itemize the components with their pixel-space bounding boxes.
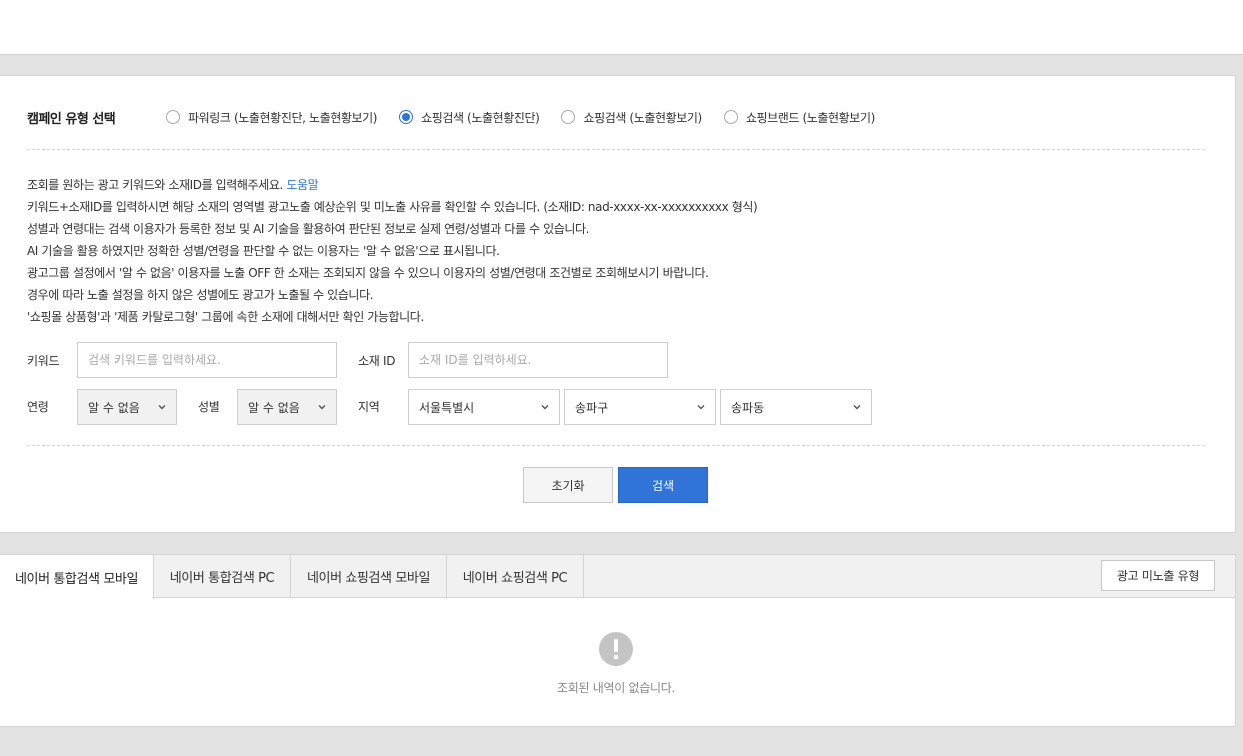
- result-tab-bar: 네이버 통합검색 모바일 네이버 통합검색 PC 네이버 쇼핑검색 모바일 네이…: [0, 555, 1235, 599]
- info-line: 성별과 연령대는 검색 이용자가 등록한 정보 및 AI 기술을 활용하여 판단…: [27, 222, 590, 236]
- radio-label: 파워링크 (노출현황진단, 노출현황보기): [188, 110, 378, 125]
- search-button[interactable]: 검색: [618, 467, 708, 503]
- radio-shopping-brand[interactable]: 쇼핑브랜드 (노출현황보기): [723, 109, 875, 126]
- top-bar: [0, 0, 1243, 55]
- info-line: 경우에 따라 노출 설정을 하지 않은 성별에도 광고가 노출될 수 있습니다.: [27, 288, 374, 302]
- info-line: 광고그룹 설정에서 '알 수 없음' 이용자를 노출 OFF 한 소재는 조회되…: [27, 266, 709, 280]
- info-line: AI 기술을 활용 하였지만 정확한 성별/연령을 판단할 수 없는 이용자는 …: [27, 244, 500, 258]
- radio-indicator[interactable]: [166, 110, 180, 124]
- keyword-input[interactable]: [77, 342, 337, 378]
- divider: [27, 149, 1205, 150]
- search-panel: 캠페인 유형 선택 파워링크 (노출현황진단, 노출현황보기) 쇼핑검색 (노출…: [0, 75, 1236, 533]
- tab-naver-shopping-mobile[interactable]: 네이버 쇼핑검색 모바일: [291, 555, 447, 598]
- region-dong-select[interactable]: 송파동: [720, 389, 872, 425]
- ad-id-label: 소재 ID: [358, 354, 396, 368]
- help-link[interactable]: 도움말: [286, 178, 318, 192]
- age-select-value: 알 수 없음: [88, 400, 140, 415]
- info-line: '쇼핑몰 상품형'과 '제품 카탈로그형' 그룹에 속한 소재에 대해서만 확인…: [27, 310, 424, 324]
- radio-label: 쇼핑검색 (노출현황진단): [421, 110, 540, 125]
- radio-label: 쇼핑브랜드 (노출현황보기): [745, 110, 875, 125]
- chevron-down-icon: [158, 405, 166, 410]
- divider: [27, 445, 1205, 446]
- gender-label: 성별: [198, 400, 220, 414]
- result-panel: 네이버 통합검색 모바일 네이버 통합검색 PC 네이버 쇼핑검색 모바일 네이…: [0, 554, 1236, 727]
- tab-naver-integrated-mobile[interactable]: 네이버 통합검색 모바일: [0, 555, 154, 599]
- tab-naver-integrated-pc[interactable]: 네이버 통합검색 PC: [154, 555, 291, 598]
- region-dong-value: 송파동: [731, 400, 765, 415]
- tab-naver-shopping-pc[interactable]: 네이버 쇼핑검색 PC: [447, 555, 584, 598]
- radio-indicator[interactable]: [723, 110, 738, 124]
- region-city-select[interactable]: 서울특별시: [408, 389, 560, 425]
- radio-shopping-view[interactable]: 쇼핑검색 (노출현황보기): [561, 109, 702, 126]
- gender-select-value: 알 수 없음: [248, 400, 300, 415]
- chevron-down-icon: [853, 405, 861, 410]
- region-label: 지역: [358, 400, 380, 414]
- region-district-select[interactable]: 송파구: [564, 389, 716, 425]
- chevron-down-icon: [318, 405, 326, 410]
- age-select[interactable]: 알 수 없음: [77, 389, 177, 425]
- ad-id-input[interactable]: [408, 342, 668, 378]
- exclamation-icon: [599, 632, 633, 666]
- chevron-down-icon: [541, 405, 549, 410]
- chevron-down-icon: [697, 405, 705, 410]
- info-text: 조회를 원하는 광고 키워드와 소재ID를 입력해주세요. 도움말 키워드+소재…: [27, 174, 758, 328]
- region-district-value: 송파구: [575, 400, 609, 415]
- ad-exposure-type-button[interactable]: 광고 미노출 유형: [1101, 560, 1215, 591]
- radio-label: 쇼핑검색 (노출현황보기): [583, 110, 702, 125]
- radio-powerlink[interactable]: 파워링크 (노출현황진단, 노출현황보기): [166, 109, 377, 126]
- campaign-type-row: 캠페인 유형 선택 파워링크 (노출현황진단, 노출현황보기) 쇼핑검색 (노출…: [27, 106, 897, 128]
- info-line-text: 조회를 원하는 광고 키워드와 소재ID를 입력해주세요.: [27, 178, 283, 192]
- radio-shopping-diagnosis[interactable]: 쇼핑검색 (노출현황진단): [399, 109, 540, 126]
- age-label: 연령: [27, 400, 49, 414]
- keyword-label: 키워드: [27, 354, 60, 368]
- empty-result-text: 조회된 내역이 없습니다.: [557, 681, 675, 695]
- info-line: 키워드+소재ID를 입력하시면 해당 소재의 영역별 광고노출 예상순위 및 미…: [27, 200, 758, 214]
- campaign-type-title: 캠페인 유형 선택: [27, 111, 116, 127]
- radio-indicator-selected[interactable]: [399, 110, 414, 124]
- radio-indicator[interactable]: [561, 110, 576, 124]
- region-city-value: 서울특별시: [419, 400, 475, 415]
- info-line: 조회를 원하는 광고 키워드와 소재ID를 입력해주세요. 도움말: [27, 174, 757, 196]
- gender-select[interactable]: 알 수 없음: [237, 389, 337, 425]
- reset-button[interactable]: 초기화: [523, 467, 613, 503]
